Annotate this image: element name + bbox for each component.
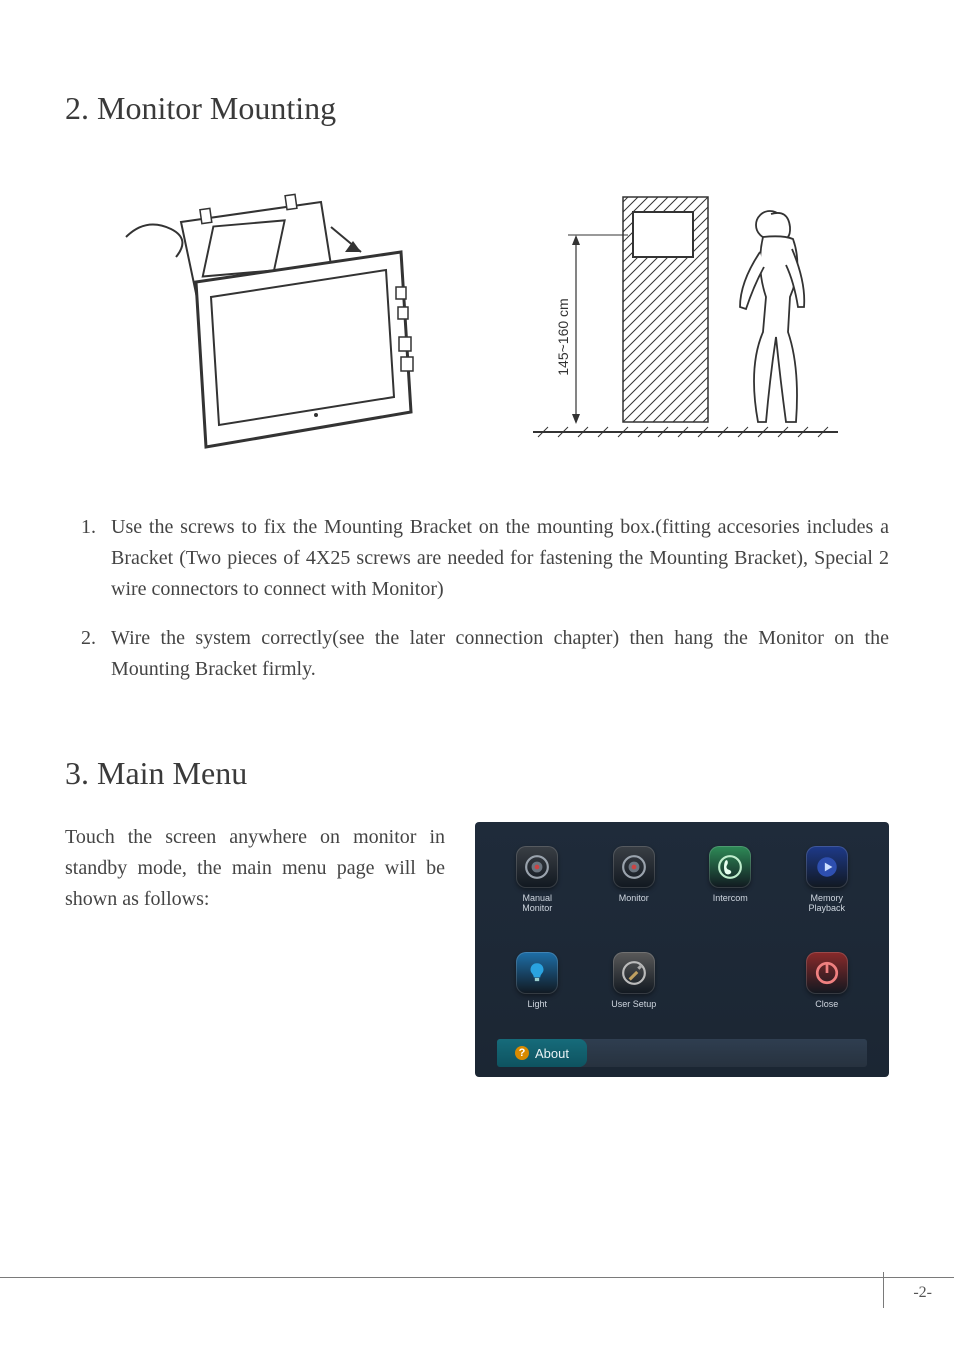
height-diagram-icon: 145~160 cm — [508, 187, 848, 457]
section-2-title: 2. Monitor Mounting — [65, 90, 889, 127]
menu-item-label: User Setup — [611, 1000, 656, 1010]
step-1: Use the screws to fix the Mounting Brack… — [101, 512, 889, 605]
menu-item-light[interactable]: Light — [497, 952, 578, 1035]
menu-item-label: Light — [527, 1000, 547, 1010]
footer-vertical-divider — [883, 1272, 884, 1308]
menu-item-manual-monitor[interactable]: Manual Monitor — [497, 846, 578, 938]
menu-item-memory-playback[interactable]: Memory Playback — [787, 846, 868, 938]
main-menu-screenshot: Manual Monitor Monitor Intercom Memory Play… — [475, 822, 889, 1077]
menu-item-label: Manual Monitor — [522, 894, 552, 914]
menu-item-user-setup[interactable]: User Setup — [594, 952, 675, 1035]
menu-icon-grid: Manual Monitor Monitor Intercom Memory Play… — [497, 846, 867, 1035]
menu-bottom-bar: ? About — [497, 1039, 867, 1067]
about-label: About — [535, 1046, 569, 1061]
menu-item-label: Memory Playback — [808, 894, 845, 914]
section-3-title: 3. Main Menu — [65, 755, 889, 792]
monitor-icon — [613, 846, 655, 888]
menu-item-monitor[interactable]: Monitor — [594, 846, 675, 938]
menu-item-close[interactable]: Close — [787, 952, 868, 1035]
empty-cell — [690, 952, 771, 1035]
close-icon — [806, 952, 848, 994]
mounting-steps-list: Use the screws to fix the Mounting Brack… — [65, 512, 889, 685]
help-icon: ? — [515, 1046, 529, 1060]
menu-item-label: Close — [815, 1000, 838, 1010]
main-menu-intro: Touch the screen anywhere on monitor in … — [65, 822, 445, 915]
about-button[interactable]: ? About — [497, 1039, 587, 1067]
page-footer-rule: -2- — [0, 1277, 954, 1302]
manual-page: 2. Monitor Mounting — [0, 0, 954, 1354]
figure-monitor-mounting — [106, 167, 426, 462]
intercom-icon — [709, 846, 751, 888]
page-number: -2- — [913, 1284, 932, 1302]
figure-mounting-height: 145~160 cm — [508, 187, 848, 462]
menu-item-intercom[interactable]: Intercom — [690, 846, 771, 938]
step-2: Wire the system correctly(see the later … — [101, 623, 889, 685]
menu-item-label: Monitor — [619, 894, 649, 904]
manual-monitor-icon — [516, 846, 558, 888]
menu-item-label: Intercom — [713, 894, 748, 904]
height-label: 145~160 cm — [555, 298, 571, 375]
light-icon — [516, 952, 558, 994]
user-setup-icon — [613, 952, 655, 994]
mounting-diagram-icon — [106, 167, 426, 457]
main-menu-row: Touch the screen anywhere on monitor in … — [65, 822, 889, 1077]
mounting-figures-row: 145~160 cm — [65, 167, 889, 462]
memory-playback-icon — [806, 846, 848, 888]
